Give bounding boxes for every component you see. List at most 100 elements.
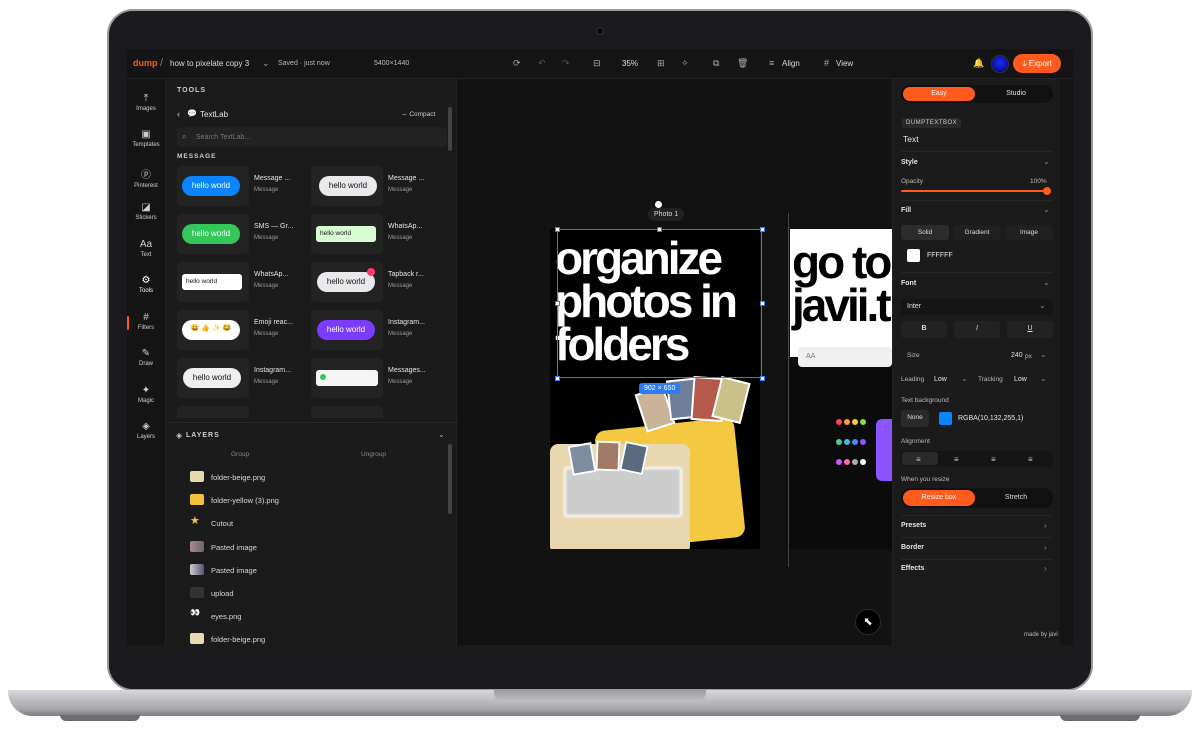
redo-icon[interactable]: ↷ [562, 58, 570, 69]
message-card[interactable]: hello world Message ... Message [177, 166, 303, 206]
stretch-option[interactable]: Stretch [981, 490, 1051, 506]
border-section[interactable]: Border [901, 544, 924, 551]
chevron-down-icon[interactable]: ⌄ [1039, 301, 1046, 310]
rail-item-filters[interactable]: # Filters [127, 312, 165, 331]
underline-button[interactable]: U [1007, 321, 1053, 338]
selection-box[interactable] [557, 229, 762, 378]
message-card[interactable]: hello world SMS — Gr... Message [177, 214, 303, 254]
layer-row[interactable]: ★ Cutout [180, 514, 440, 534]
rail-item-draw[interactable]: ✎ Draw [127, 348, 165, 367]
bell-icon[interactable]: 🔔 [973, 58, 984, 69]
background-color-value[interactable]: RGBA(10,132,255,1) [958, 415, 1023, 422]
background-color-swatch[interactable] [939, 412, 952, 425]
chevron-down-icon[interactable]: ⌄ [1040, 350, 1047, 359]
italic-button[interactable]: I [954, 321, 1000, 338]
chevron-down-icon[interactable]: ⌄ [961, 374, 968, 383]
export-button[interactable]: ⤓ Export [1013, 54, 1061, 73]
align-icon[interactable]: ≡ [769, 58, 774, 68]
rail-item-magic[interactable]: ✦ Magic [127, 385, 165, 404]
align-button[interactable]: Align [782, 59, 800, 68]
layer-row[interactable]: folder-beige.png [180, 468, 440, 488]
layer-row[interactable]: Pasted image [180, 561, 440, 581]
layer-row[interactable]: folder-yellow (3).png [180, 491, 440, 511]
avatar[interactable] [991, 55, 1009, 73]
resize-box-option[interactable]: Resize box [903, 490, 975, 506]
rail-item-layers[interactable]: ◈ Layers [127, 421, 165, 440]
chevron-down-icon[interactable]: ⌄ [1043, 157, 1050, 166]
layers-scrollbar[interactable] [448, 444, 452, 514]
tools-scrollbar[interactable] [448, 107, 452, 151]
tracking-select[interactable]: Low [1014, 376, 1027, 383]
chevron-right-icon[interactable]: › [1044, 521, 1047, 530]
zoom-out-icon[interactable]: ⊟ [593, 58, 601, 69]
undo-icon[interactable]: ↶ [538, 58, 546, 69]
message-card[interactable]: hello world Message ... Message [311, 166, 437, 206]
cursor-tool-button[interactable]: ⬉ [855, 609, 881, 635]
magic-wand-icon[interactable]: ✧ [681, 58, 689, 69]
search-input[interactable]: Search TextLab... [196, 134, 250, 141]
align-right-icon[interactable]: ≡ [991, 455, 996, 464]
leading-select[interactable]: Low [934, 376, 947, 383]
align-center-icon[interactable]: ≡ [954, 455, 959, 464]
zoom-in-icon[interactable]: ⊞ [657, 58, 665, 69]
canvas-dimensions[interactable]: 5400×1440 [374, 60, 409, 67]
font-family-select[interactable] [901, 299, 1053, 315]
fill-hex-value[interactable]: FFFFFF [927, 252, 953, 259]
headline-2-text[interactable]: go to javii.t [792, 239, 892, 328]
resize-handle[interactable] [760, 376, 765, 381]
chevron-right-icon[interactable]: › [1044, 564, 1047, 573]
opacity-slider[interactable] [901, 190, 1047, 192]
compact-toggle[interactable]: ⇔ Compact [401, 111, 435, 118]
message-card[interactable]: hello world Tapback r... Message [311, 262, 437, 302]
rail-item-stickers[interactable]: ◪ Stickers [127, 202, 165, 221]
chevron-down-icon[interactable]: ⌄ [1043, 205, 1050, 214]
ungroup-button[interactable]: Ungroup [361, 451, 386, 458]
fill-tab-image[interactable]: Image [1005, 225, 1053, 240]
app-logo[interactable]: dump [133, 58, 158, 68]
grid-icon[interactable]: # [824, 58, 829, 68]
chevron-down-icon[interactable]: ⌄ [262, 58, 270, 69]
resize-handle[interactable] [760, 301, 765, 306]
rotate-handle[interactable] [655, 201, 662, 208]
fill-heading[interactable]: Fill [901, 207, 911, 214]
view-button[interactable]: View [836, 59, 853, 68]
rail-item-pinterest[interactable]: ⓟ Pinterest [127, 166, 165, 189]
message-card[interactable]: hello world WhatsAp... Message [177, 262, 303, 302]
layer-row[interactable]: folder-beige.png [180, 630, 440, 645]
chevron-down-icon[interactable]: ⌄ [438, 430, 445, 439]
artboard-2[interactable]: go to javii.t AA [790, 229, 892, 549]
effects-section[interactable]: Effects [901, 565, 924, 572]
chevron-down-icon[interactable]: ⌄ [1040, 374, 1047, 383]
canvas-area[interactable]: organize photos in folders go to javii.t… [457, 79, 892, 645]
align-justify-icon[interactable]: ≡ [1028, 455, 1033, 464]
chevron-right-icon[interactable]: › [1044, 543, 1047, 552]
message-card[interactable]: hello world Instagram... Message [177, 358, 303, 398]
mode-studio[interactable]: Studio [981, 87, 1051, 101]
zoom-level[interactable]: 35% [622, 59, 638, 68]
layer-row[interactable]: Pasted image [180, 538, 440, 558]
back-icon[interactable]: ‹ [177, 109, 180, 119]
trash-icon[interactable]: 🗑 [737, 58, 748, 69]
document-title[interactable]: how to pixelate copy 3 [170, 59, 249, 68]
resize-handle[interactable] [555, 301, 560, 306]
layer-row[interactable]: 👀 eyes.png [180, 607, 440, 627]
bold-button[interactable]: B [901, 321, 947, 338]
resize-handle[interactable] [555, 227, 560, 232]
rail-item-templates[interactable]: ▣ Templates [127, 129, 165, 148]
background-none-button[interactable]: None [901, 410, 929, 427]
message-card[interactable]: 😀 👍 ✨ 😂 Emoji reac... Message [177, 310, 303, 350]
message-card[interactable]: Messages... Message [311, 358, 437, 398]
align-left-icon[interactable]: ≡ [916, 455, 921, 464]
group-button[interactable]: Group [231, 451, 249, 458]
duplicate-icon[interactable]: ⧉ [713, 58, 719, 69]
font-heading[interactable]: Font [901, 280, 916, 287]
mode-easy[interactable]: Easy [903, 87, 975, 101]
chevron-down-icon[interactable]: ⌄ [1043, 278, 1050, 287]
resize-handle[interactable] [555, 376, 560, 381]
sync-icon[interactable]: ⟳ [513, 58, 521, 69]
size-value[interactable]: 240 [1011, 352, 1023, 359]
resize-handle[interactable] [760, 227, 765, 232]
rail-item-tools[interactable]: ⚙ Tools [127, 275, 165, 294]
style-heading[interactable]: Style [901, 159, 918, 166]
fill-tab-gradient[interactable]: Gradient [953, 225, 1001, 240]
